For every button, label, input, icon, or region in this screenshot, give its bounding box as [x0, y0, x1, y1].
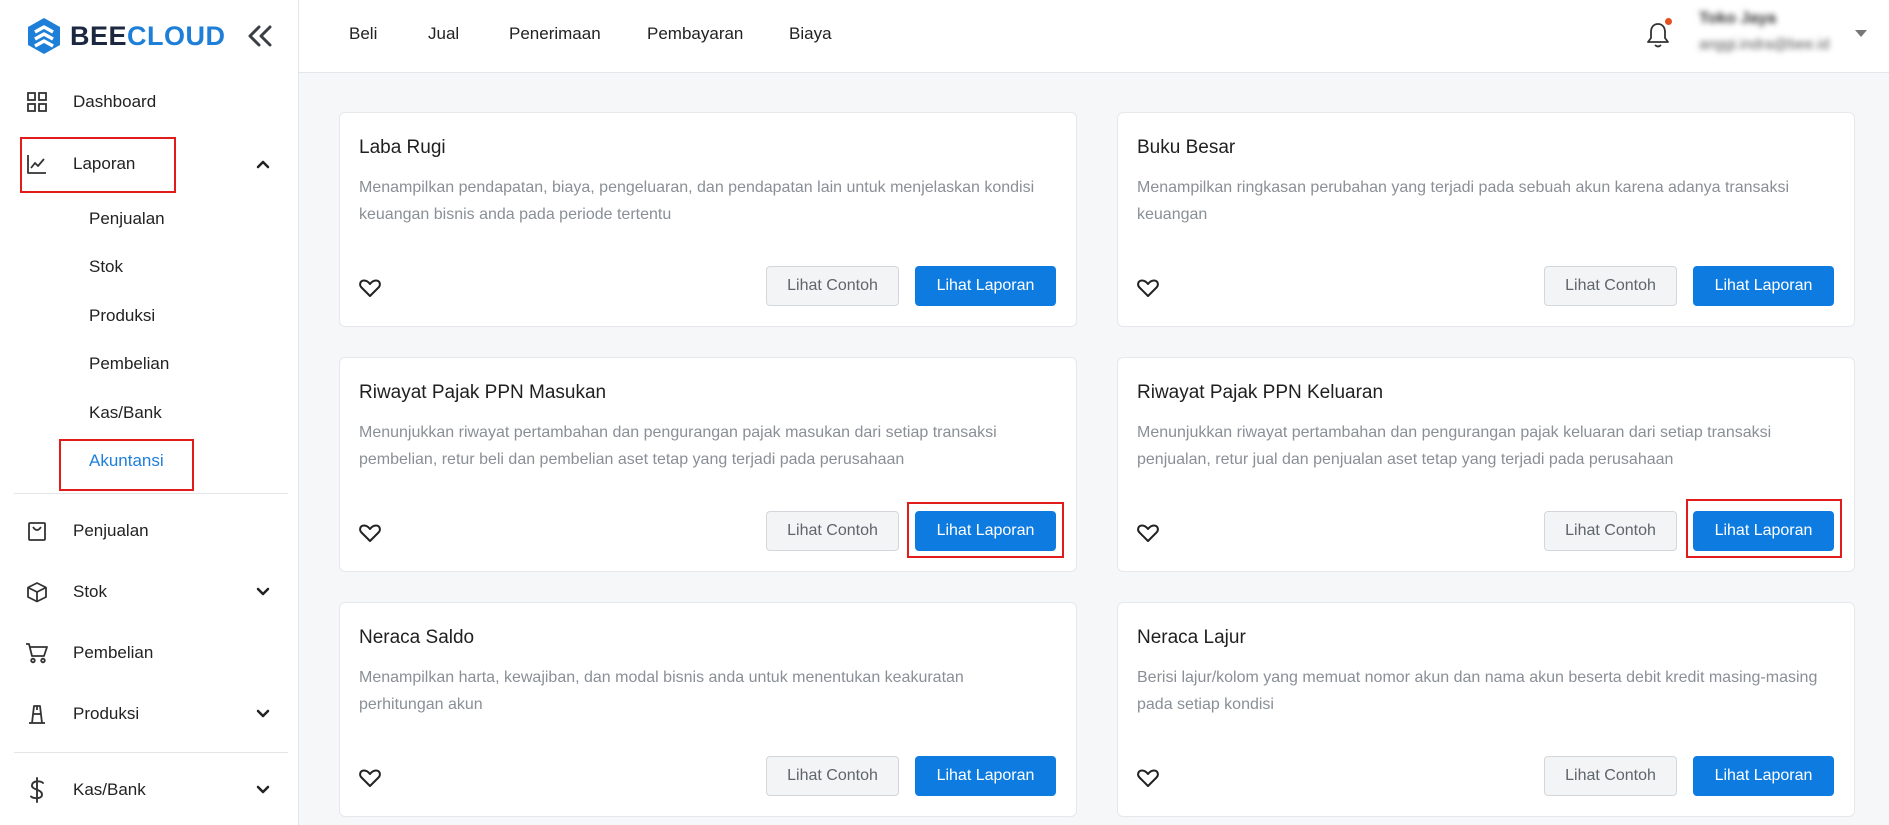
sidebar-item-label: Dashboard	[73, 92, 157, 111]
heart-icon[interactable]	[358, 276, 382, 300]
view-report-button[interactable]: Lihat Laporan	[1693, 266, 1834, 306]
sidebar-subitem-penjualan[interactable]: Penjualan	[89, 204, 165, 234]
dollar-icon	[24, 777, 50, 803]
sidebar-subitem-akuntansi[interactable]: Akuntansi	[89, 446, 164, 476]
dashboard-grid-icon	[24, 89, 50, 115]
card-description: Menampilkan ringkasan perubahan yang ter…	[1137, 179, 1789, 223]
collapse-sidebar-button[interactable]	[246, 22, 274, 50]
sidebar-item-label: Stok	[73, 582, 108, 601]
report-card-buku-besar: Buku Besar Menampilkan ringkasan perubah…	[1117, 112, 1855, 327]
sidebar-divider	[14, 493, 288, 494]
card-description: Menampilkan pendapatan, biaya, pengeluar…	[359, 179, 1035, 223]
sidebar-item-stok[interactable]: Stok	[24, 572, 274, 612]
heart-icon[interactable]	[1136, 521, 1160, 545]
sidebar-item-penjualan[interactable]: Penjualan	[24, 511, 274, 551]
card-title: Buku Besar	[1137, 137, 1236, 158]
shopping-bag-icon	[24, 518, 50, 544]
report-card-neraca-saldo: Neraca Saldo Menampilkan harta, kewajiba…	[339, 602, 1077, 817]
view-report-button[interactable]: Lihat Laporan	[915, 756, 1056, 796]
report-card-ppn-keluaran: Riwayat Pajak PPN Keluaran Menunjukkan r…	[1117, 357, 1855, 572]
sidebar-subitem-produksi[interactable]: Produksi	[89, 301, 155, 331]
topnav-penerimaan[interactable]: Penerimaan	[509, 24, 601, 44]
sidebar-item-label: Penjualan	[73, 521, 149, 540]
caret-down-icon[interactable]	[1855, 30, 1867, 37]
report-card-laba-rugi: Laba Rugi Menampilkan pendapatan, biaya,…	[339, 112, 1077, 327]
card-title: Riwayat Pajak PPN Masukan	[359, 382, 607, 403]
card-description: Berisi lajur/kolom yang memuat nomor aku…	[1137, 669, 1818, 713]
sidebar-subitem-pembelian[interactable]: Pembelian	[89, 349, 169, 379]
beecloud-logo-icon	[28, 18, 60, 54]
sidebar-item-dashboard[interactable]: Dashboard	[24, 82, 274, 122]
user-email: anggi.indra@bee.id	[1699, 36, 1830, 53]
sidebar-subitem-stok[interactable]: Stok	[89, 252, 123, 282]
notification-dot	[1665, 18, 1672, 25]
view-example-button[interactable]: Lihat Contoh	[1544, 756, 1677, 796]
sidebar-subitem-kas-bank[interactable]: Kas/Bank	[89, 398, 162, 428]
view-example-button[interactable]: Lihat Contoh	[766, 511, 899, 551]
cart-icon	[24, 640, 50, 666]
card-description: Menunjukkan riwayat pertambahan dan peng…	[359, 424, 997, 468]
report-card-neraca-lajur: Neraca Lajur Berisi lajur/kolom yang mem…	[1117, 602, 1855, 817]
chevron-up-icon[interactable]	[252, 153, 274, 175]
sidebar-item-produksi[interactable]: Produksi	[24, 694, 274, 734]
sidebar-item-label: Laporan	[73, 154, 136, 173]
view-example-button[interactable]: Lihat Contoh	[766, 266, 899, 306]
sidebar-item-pembelian[interactable]: Pembelian	[24, 633, 274, 673]
sidebar-divider	[14, 752, 288, 753]
chevron-down-icon[interactable]	[252, 779, 274, 801]
view-report-button[interactable]: Lihat Laporan	[915, 266, 1056, 306]
sidebar-item-label: Kas/Bank	[73, 780, 146, 799]
view-example-button[interactable]: Lihat Contoh	[1544, 266, 1677, 306]
heart-icon[interactable]	[1136, 766, 1160, 790]
card-description: Menunjukkan riwayat pertambahan dan peng…	[1137, 424, 1772, 468]
card-title: Neraca Lajur	[1137, 627, 1246, 648]
view-example-button[interactable]: Lihat Contoh	[766, 756, 899, 796]
view-report-button[interactable]: Lihat Laporan	[915, 511, 1056, 551]
heart-icon[interactable]	[1136, 276, 1160, 300]
sidebar: BEECLOUD Dashboard Laporan Penjualan Sto…	[0, 0, 299, 825]
card-title: Neraca Saldo	[359, 627, 475, 648]
chevron-down-icon[interactable]	[252, 581, 274, 603]
report-card-ppn-masukan: Riwayat Pajak PPN Masukan Menunjukkan ri…	[339, 357, 1077, 572]
chevron-down-icon[interactable]	[252, 703, 274, 725]
card-title: Riwayat Pajak PPN Keluaran	[1137, 382, 1384, 403]
topnav-biaya[interactable]: Biaya	[789, 24, 832, 44]
double-chevron-left-icon	[248, 25, 272, 47]
view-report-button[interactable]: Lihat Laporan	[1693, 756, 1834, 796]
user-name: Toko Jaya	[1699, 10, 1777, 27]
topnav-beli[interactable]: Beli	[349, 24, 377, 44]
user-menu[interactable]: Toko Jaya anggi.indra@bee.id	[1699, 10, 1829, 53]
card-title: Laba Rugi	[359, 137, 446, 158]
heart-icon[interactable]	[358, 521, 382, 545]
topnav-jual[interactable]: Jual	[428, 24, 459, 44]
sidebar-item-laporan[interactable]: Laporan	[24, 144, 274, 184]
view-example-button[interactable]: Lihat Contoh	[1544, 511, 1677, 551]
topnav-pembayaran[interactable]: Pembayaran	[647, 24, 743, 44]
top-bar: Beli Jual Penerimaan Pembayaran Biaya To…	[299, 0, 1889, 73]
sidebar-item-label: Pembelian	[73, 643, 154, 662]
sidebar-item-label: Produksi	[73, 704, 140, 723]
factory-icon	[24, 701, 50, 727]
box-icon	[24, 579, 50, 605]
brand-name: BEECLOUD	[70, 20, 226, 51]
card-description: Menampilkan harta, kewajiban, dan modal …	[359, 669, 964, 713]
sidebar-item-kas-bank[interactable]: Kas/Bank	[24, 770, 274, 810]
line-chart-icon	[24, 151, 50, 177]
heart-icon[interactable]	[358, 766, 382, 790]
view-report-button[interactable]: Lihat Laporan	[1693, 511, 1834, 551]
